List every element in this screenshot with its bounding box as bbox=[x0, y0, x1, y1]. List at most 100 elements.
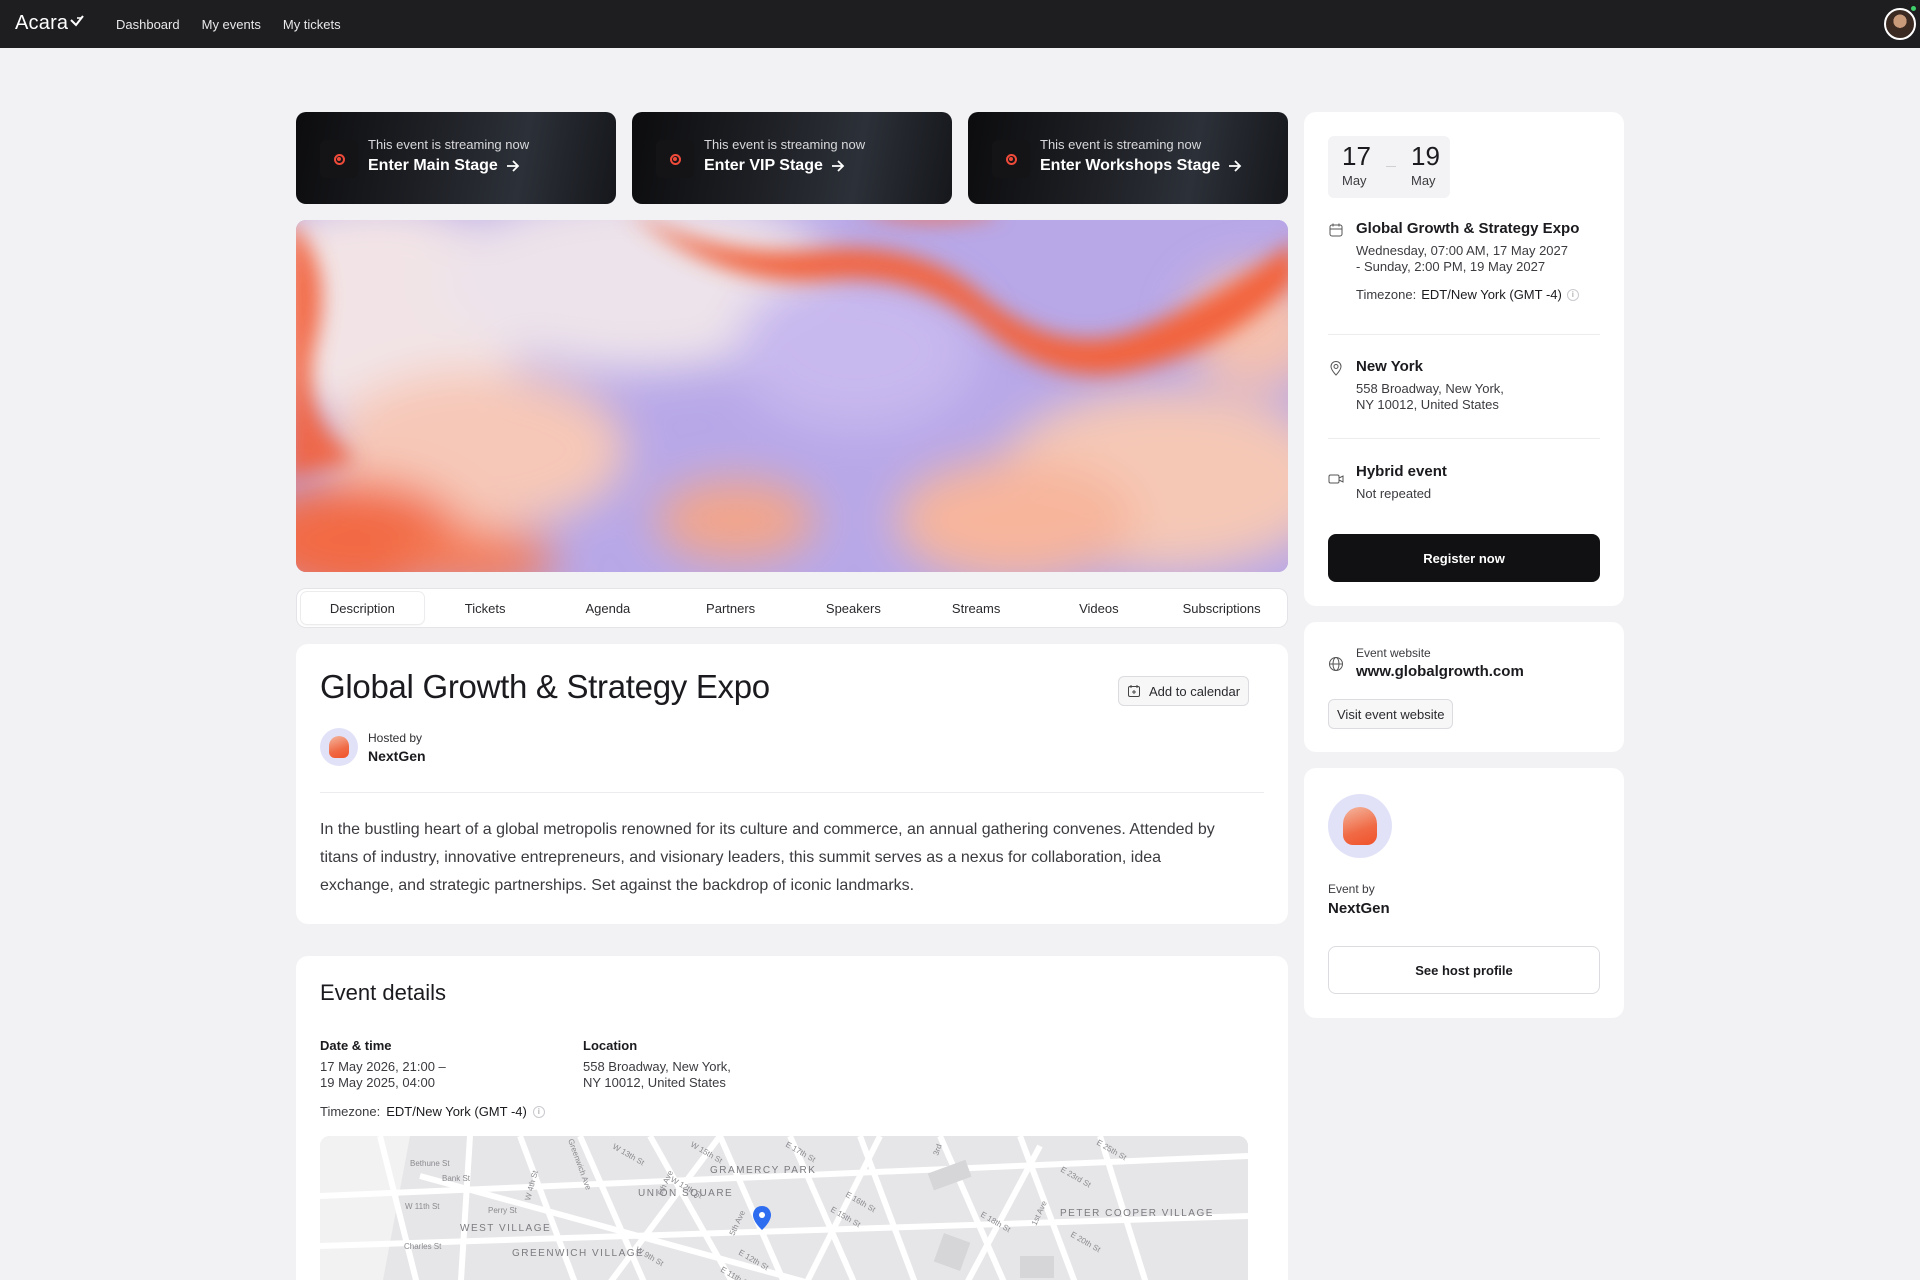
nav-my-events-link[interactable]: My events bbox=[202, 17, 261, 32]
arrow-right-icon bbox=[506, 160, 520, 172]
event-by-label: Event by bbox=[1328, 882, 1375, 896]
summary-address-2: NY 10012, United States bbox=[1356, 397, 1499, 412]
tab-streams[interactable]: Streams bbox=[915, 592, 1038, 624]
tab-videos[interactable]: Videos bbox=[1038, 592, 1161, 624]
schedule-row: Global Growth & Strategy Expo Wednesday,… bbox=[1328, 220, 1579, 303]
date-time-label: Date & time bbox=[320, 1038, 392, 1053]
website-row: Event website www.globalgrowth.com bbox=[1328, 646, 1524, 680]
host-logo[interactable] bbox=[320, 728, 358, 766]
video-camera-icon bbox=[1328, 474, 1344, 484]
add-to-calendar-label: Add to calendar bbox=[1149, 683, 1241, 699]
stream-card-workshops-stage[interactable]: This event is streaming now Enter Worksh… bbox=[968, 112, 1288, 204]
stream-card-main-stage[interactable]: This event is streaming now Enter Main S… bbox=[296, 112, 616, 204]
event-website-card: Event website www.globalgrowth.com Visit… bbox=[1304, 622, 1624, 752]
info-icon[interactable]: i bbox=[1566, 289, 1579, 301]
summary-datetime-1: Wednesday, 07:00 AM, 17 May 2027 bbox=[1356, 243, 1568, 258]
stream-status-text: This event is streaming now bbox=[1040, 137, 1202, 152]
logo-text: Acara bbox=[15, 12, 69, 34]
stream-enter-label: Enter Main Stage bbox=[368, 157, 520, 175]
arrow-right-icon bbox=[1229, 160, 1242, 172]
timezone-row: Timezone: EDT/New York (GMT -4) i bbox=[320, 1104, 545, 1119]
host-info: Hosted by NextGen bbox=[320, 728, 426, 766]
live-record-icon bbox=[656, 140, 694, 178]
tab-tickets[interactable]: Tickets bbox=[424, 592, 547, 624]
event-summary-card: 17 May 19 May Global Growth & Strategy E… bbox=[1304, 112, 1624, 606]
date-time-block: Date & time 17 May 2026, 21:00 –19 May 2… bbox=[320, 1038, 446, 1091]
register-now-button[interactable]: Register now bbox=[1328, 534, 1600, 582]
summary-datetime-2: - Sunday, 2:00 PM, 19 May 2027 bbox=[1356, 259, 1546, 274]
event-hero-banner bbox=[296, 220, 1288, 572]
website-url[interactable]: www.globalgrowth.com bbox=[1356, 663, 1524, 680]
map-street-bethune: Bethune St bbox=[410, 1159, 450, 1168]
top-navigation-bar: Acara Dashboard My events My tickets bbox=[0, 0, 1920, 48]
date-separator bbox=[1386, 166, 1396, 167]
event-details-card: Event details Date & time 17 May 2026, 2… bbox=[296, 956, 1288, 1280]
stream-status-text: This event is streaming now bbox=[704, 137, 866, 152]
tab-partners[interactable]: Partners bbox=[669, 592, 792, 624]
tab-agenda[interactable]: Agenda bbox=[547, 592, 670, 624]
format-row: Hybrid event Not repeated bbox=[1328, 463, 1447, 502]
stream-enter-label: Enter VIP Stage bbox=[704, 157, 845, 175]
map-label-greenwich-village: GREENWICH VILLAGE bbox=[512, 1248, 644, 1259]
map-street-perry: Perry St bbox=[488, 1206, 518, 1215]
divider bbox=[1328, 438, 1600, 439]
stream-status-text: This event is streaming now bbox=[368, 137, 530, 152]
location-line-2: NY 10012, United States bbox=[583, 1075, 726, 1090]
summary-timezone-label: Timezone: bbox=[1356, 287, 1417, 302]
divider bbox=[320, 792, 1264, 793]
event-title: Global Growth & Strategy Expo bbox=[320, 668, 770, 705]
end-day: 19 bbox=[1411, 141, 1440, 171]
tab-subscriptions[interactable]: Subscriptions bbox=[1160, 592, 1283, 624]
summary-city: New York bbox=[1356, 358, 1423, 375]
summary-format: Hybrid event bbox=[1356, 463, 1447, 480]
event-details-heading: Event details bbox=[320, 980, 446, 1005]
event-description-card: Global Growth & Strategy Expo Add to cal… bbox=[296, 644, 1288, 924]
summary-address-1: 558 Broadway, New York, bbox=[1356, 381, 1504, 396]
map-street-charles: Charles St bbox=[404, 1242, 442, 1251]
map-label-peter-cooper-village: PETER COOPER VILLAGE bbox=[1060, 1208, 1214, 1219]
add-to-calendar-button[interactable]: Add to calendar bbox=[1118, 676, 1250, 706]
acara-logo[interactable]: Acara bbox=[15, 12, 85, 35]
host-profile-card: Event by NextGen See host profile bbox=[1304, 768, 1624, 1018]
map-label-gramercy-park: GRAMERCY PARK bbox=[710, 1165, 816, 1176]
info-icon[interactable]: i bbox=[532, 1105, 545, 1118]
event-description-text: In the bustling heart of a global metrop… bbox=[320, 821, 1215, 894]
start-month: May bbox=[1342, 173, 1367, 188]
event-tabs: Description Tickets Agenda Partners Spea… bbox=[296, 588, 1288, 628]
nav-dashboard-link[interactable]: Dashboard bbox=[116, 17, 180, 32]
arrow-right-icon bbox=[831, 160, 845, 172]
see-host-profile-button[interactable]: See host profile bbox=[1328, 946, 1600, 994]
calendar-icon bbox=[1329, 223, 1343, 237]
visit-website-button[interactable]: Visit event website bbox=[1328, 699, 1454, 729]
online-status-dot bbox=[1909, 4, 1918, 13]
location-line-1: 558 Broadway, New York, bbox=[583, 1059, 731, 1074]
end-month: May bbox=[1411, 173, 1436, 188]
location-block: Location 558 Broadway, New York, NY 10012… bbox=[583, 1038, 731, 1091]
host-name[interactable]: NextGen bbox=[368, 748, 426, 764]
stream-card-vip-stage[interactable]: This event is streaming now Enter VIP St… bbox=[632, 112, 952, 204]
nav-my-tickets-link[interactable]: My tickets bbox=[283, 17, 341, 32]
map-street-bank: Bank St bbox=[442, 1174, 471, 1183]
location-map[interactable]: GRAMERCY PARK UNION SQUARE WEST VILLAGE … bbox=[320, 1136, 1248, 1280]
tab-description[interactable]: Description bbox=[301, 592, 424, 624]
date-line-1: 17 May 2026, 21:00 – bbox=[320, 1059, 446, 1074]
summary-repeat: Not repeated bbox=[1356, 486, 1432, 501]
hosted-by-label: Hosted by bbox=[368, 730, 423, 745]
event-by-name: NextGen bbox=[1328, 900, 1390, 917]
summary-event-name: Global Growth & Strategy Expo bbox=[1356, 220, 1580, 237]
start-day: 17 bbox=[1342, 141, 1371, 171]
globe-icon bbox=[1329, 657, 1343, 671]
location-label: Location bbox=[583, 1038, 638, 1053]
map-label-west-village: WEST VILLAGE bbox=[460, 1223, 551, 1234]
tab-speakers[interactable]: Speakers bbox=[792, 592, 915, 624]
gradient-artwork bbox=[296, 220, 1288, 572]
stream-enter-label: Enter Workshops Stage bbox=[1040, 157, 1242, 175]
main-nav: Dashboard My events My tickets bbox=[116, 0, 341, 48]
host-logo-large[interactable] bbox=[1328, 794, 1392, 858]
timezone-label: Timezone: bbox=[320, 1104, 381, 1119]
summary-timezone-value: EDT/New York (GMT -4) bbox=[1421, 287, 1562, 302]
live-record-icon bbox=[320, 140, 358, 178]
map-street-w11: W 11th St bbox=[405, 1202, 440, 1211]
location-row: New York 558 Broadway, New York, NY 10012… bbox=[1328, 358, 1504, 413]
divider bbox=[1328, 334, 1600, 335]
